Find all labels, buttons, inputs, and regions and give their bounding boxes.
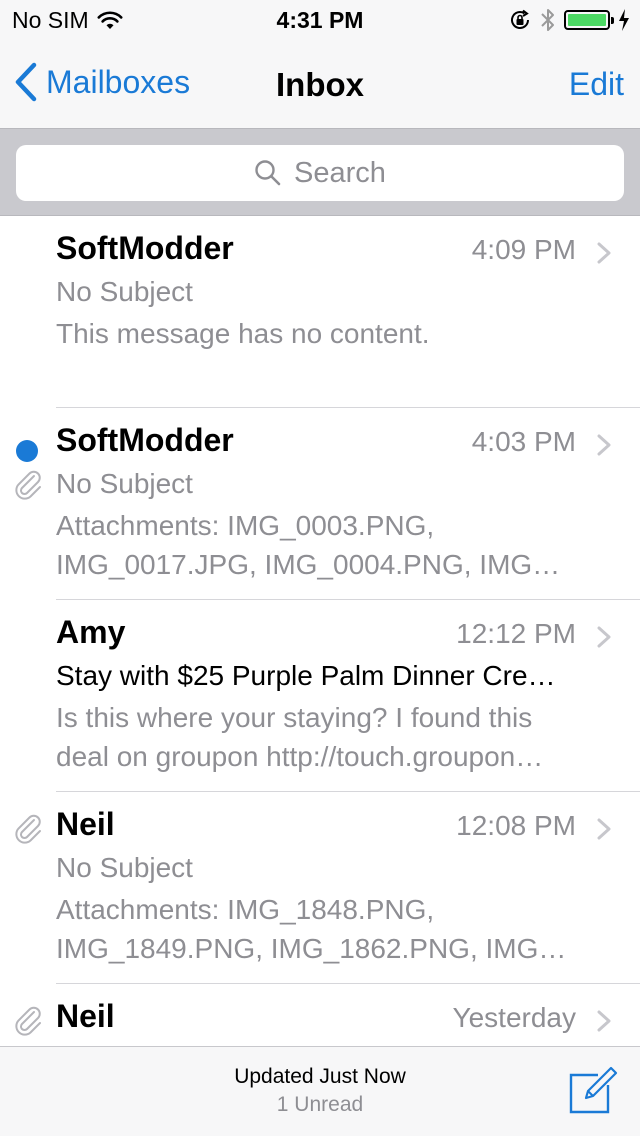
nav-bar: Mailboxes Inbox Edit	[0, 40, 640, 128]
message-time: Yesterday	[452, 1002, 577, 1033]
preview-line: Is this where your staying? I found this	[56, 702, 533, 733]
chevron-right-icon	[597, 1010, 611, 1032]
chevron-right-icon	[597, 818, 611, 840]
message-time: 12:12 PM	[456, 618, 576, 649]
message-time: 4:03 PM	[471, 426, 576, 457]
paperclip-icon	[15, 1006, 41, 1036]
paperclip-icon	[15, 470, 41, 500]
compose-icon[interactable]	[568, 1065, 618, 1115]
search-input[interactable]: Search	[16, 145, 624, 201]
message-sender: Neil	[56, 998, 115, 1034]
message-row[interactable]: Amy 12:12 PM Stay with $25 Purple Palm D…	[0, 600, 640, 792]
edit-button[interactable]: Edit	[569, 66, 624, 103]
message-sender: SoftModder	[56, 422, 234, 458]
message-preview: Is this where your staying? I found this…	[56, 698, 604, 776]
message-subject: No Subject	[56, 468, 193, 499]
preview-line: Attachments: IMG_0003.PNG,	[56, 510, 435, 541]
message-row[interactable]: Neil 12:08 PM No Subject Attachments: IM…	[0, 792, 640, 984]
message-row[interactable]: Neil Yesterday	[0, 984, 640, 1046]
message-sender: Amy	[56, 614, 126, 650]
status-right	[508, 7, 630, 33]
battery-fill	[568, 14, 606, 26]
preview-line: Attachments: IMG_1848.PNG,	[56, 894, 435, 925]
message-sender: SoftModder	[56, 230, 234, 266]
message-subject: No Subject	[56, 276, 193, 307]
message-time: 12:08 PM	[456, 810, 576, 841]
message-preview: Attachments: IMG_1848.PNG, IMG_1849.PNG,…	[56, 890, 604, 968]
bottom-toolbar: Updated Just Now 1 Unread	[0, 1046, 640, 1136]
message-list: SoftModder 4:09 PM No Subject This messa…	[0, 216, 640, 1046]
message-sender: Neil	[56, 806, 115, 842]
mailbox-status: Updated Just Now 1 Unread	[0, 1065, 640, 1117]
message-subject: No Subject	[56, 852, 193, 883]
preview-line: IMG_1849.PNG, IMG_1862.PNG, IMG…	[56, 933, 567, 964]
preview-line: deal on groupon http://touch.groupon…	[56, 741, 544, 772]
chevron-right-icon	[597, 242, 611, 264]
message-row[interactable]: SoftModder 4:09 PM No Subject This messa…	[0, 216, 640, 408]
paperclip-icon	[15, 814, 41, 844]
battery-icon	[564, 10, 614, 30]
preview-line: This message has no content.	[56, 318, 430, 349]
unread-dot-icon	[16, 440, 38, 462]
battery-tip	[611, 17, 614, 24]
updated-status: Updated Just Now	[234, 1065, 406, 1088]
message-preview: Attachments: IMG_0003.PNG, IMG_0017.JPG,…	[56, 506, 604, 584]
rotation-lock-icon	[511, 9, 529, 29]
search-icon	[255, 160, 281, 186]
message-row[interactable]: SoftModder 4:03 PM No Subject Attachment…	[0, 408, 640, 600]
message-subject: Stay with $25 Purple Palm Dinner Cre…	[56, 660, 556, 691]
page-title: Inbox	[276, 66, 364, 103]
message-preview: This message has no content.	[56, 314, 604, 353]
message-time: 4:09 PM	[471, 234, 576, 265]
unread-count: 1 Unread	[276, 1093, 364, 1116]
chevron-right-icon	[597, 626, 611, 648]
status-bar: No SIM 4:31 PM	[0, 0, 640, 40]
preview-line: IMG_0017.JPG, IMG_0004.PNG, IMG…	[56, 549, 561, 580]
chevron-right-icon	[597, 434, 611, 456]
bluetooth-icon	[541, 9, 554, 31]
search-area: Search	[0, 128, 640, 216]
search-placeholder: Search	[294, 156, 386, 189]
charging-bolt-icon	[619, 9, 629, 31]
